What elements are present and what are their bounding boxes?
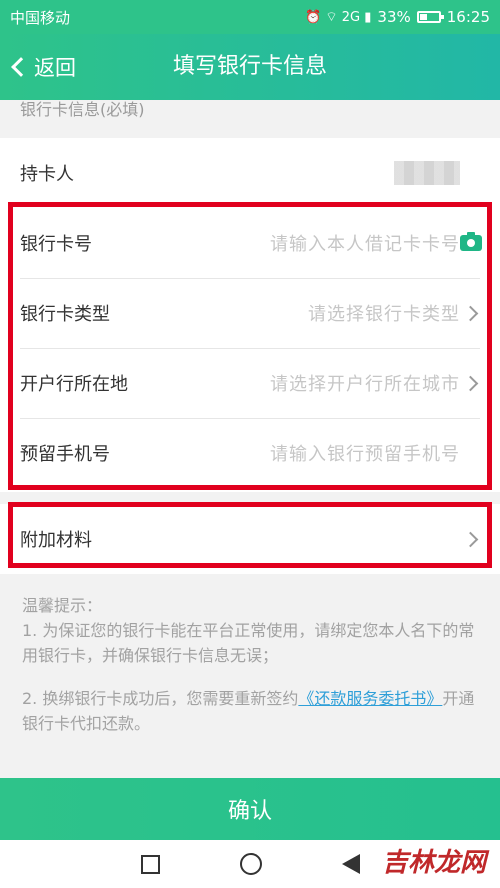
chevron-right-icon [462, 375, 479, 391]
card-number-input[interactable]: 请输入本人借记卡卡号 [270, 230, 460, 256]
tip-2: 2. 换绑银行卡成功后，您需要重新签约《还款服务委托书》开通银行卡代扣还款。 [22, 686, 482, 736]
status-bar: 中国移动 ⏰ ⌔ 2G ▮ 33% 16:25 [0, 0, 500, 34]
watermark: 吉林龙网 [381, 848, 486, 878]
phone-row[interactable]: 预留手机号 请输入银行预留手机号 [0, 418, 500, 488]
bank-city-select[interactable]: 请选择开户行所在城市 [270, 370, 460, 396]
service-agreement-link[interactable]: 《还款服务委托书》 [298, 689, 442, 708]
bank-city-row[interactable]: 开户行所在地 请选择开户行所在城市 [0, 348, 500, 418]
card-number-label: 银行卡号 [20, 234, 92, 255]
title-bar: 填写银行卡信息 返回 [0, 34, 500, 100]
tip-1: 1. 为保证您的银行卡能在平台正常使用，请绑定您本人名下的常用银行卡，并确保银行… [22, 621, 475, 665]
chevron-right-icon [462, 531, 479, 547]
form-card: 持卡人 银行卡号 请输入本人借记卡卡号 银行卡类型 请选择银行卡类型 开户行所在… [0, 138, 500, 492]
phone-label: 预留手机号 [20, 444, 110, 465]
holder-row: 持卡人 [0, 138, 500, 208]
attachments-card[interactable]: 附加材料 [0, 504, 500, 574]
tips-title: 温馨提示： [22, 596, 103, 615]
chevron-left-icon [11, 57, 31, 77]
section-label: 银行卡信息(必填) [20, 100, 145, 119]
status-icons: ⏰ ⌔ 2G ▮ 33% 16:25 [305, 8, 490, 26]
tips: 温馨提示： 1. 为保证您的银行卡能在平台正常使用，请绑定您本人名下的常用银行卡… [22, 593, 482, 754]
chevron-right-icon [462, 305, 479, 321]
recent-apps-icon[interactable] [140, 854, 160, 874]
camera-icon[interactable] [460, 232, 482, 251]
holder-name-blurred [394, 161, 460, 185]
battery-icon [416, 11, 444, 23]
holder-label: 持卡人 [20, 164, 74, 185]
card-type-row[interactable]: 银行卡类型 请选择银行卡类型 [0, 278, 500, 348]
attachments-row[interactable]: 附加材料 [0, 504, 500, 574]
battery-percent: 33% [377, 8, 411, 26]
bank-city-label: 开户行所在地 [20, 374, 128, 395]
clock: 16:25 [446, 8, 490, 26]
carrier-label: 中国移动 [10, 8, 71, 27]
card-type-label: 银行卡类型 [20, 304, 110, 325]
home-icon[interactable] [239, 853, 262, 875]
card-type-select[interactable]: 请选择银行卡类型 [308, 300, 460, 326]
confirm-button[interactable]: 确认 [0, 778, 500, 840]
network-icons: ⏰ ⌔ 2G ▮ [305, 10, 372, 25]
back-button[interactable]: 返回 [10, 34, 76, 100]
attachments-label: 附加材料 [20, 530, 92, 551]
card-number-row[interactable]: 银行卡号 请输入本人借记卡卡号 [0, 208, 500, 278]
back-label: 返回 [34, 56, 76, 80]
tip-2-prefix: 2. 换绑银行卡成功后，您需要重新签约 [22, 689, 299, 708]
phone-input[interactable]: 请输入银行预留手机号 [270, 440, 460, 466]
back-icon[interactable] [341, 854, 360, 874]
